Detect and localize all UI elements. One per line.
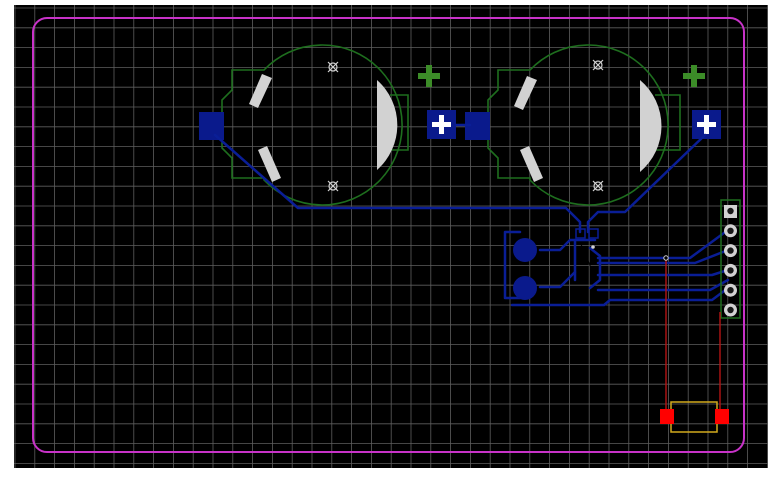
header-pin[interactable] xyxy=(724,283,737,297)
header-pin[interactable] xyxy=(724,244,737,258)
mount-hole-icon xyxy=(592,59,604,71)
smd-pad-left[interactable] xyxy=(660,409,674,424)
battery-negative-pad-left[interactable] xyxy=(199,112,224,140)
pcb-layout-canvas[interactable] xyxy=(0,0,772,482)
via[interactable] xyxy=(663,255,669,261)
header-pin[interactable] xyxy=(724,303,737,317)
mount-hole-icon xyxy=(592,180,604,192)
round-pad-bottom[interactable] xyxy=(513,276,537,300)
smd-pad-right[interactable] xyxy=(715,409,729,424)
header-pin[interactable] xyxy=(724,263,737,277)
header-pin[interactable] xyxy=(724,224,737,238)
mount-hole-icon xyxy=(327,180,339,192)
mount-hole-icon xyxy=(327,61,339,73)
header-pin[interactable] xyxy=(724,205,737,218)
round-pad-top[interactable] xyxy=(513,238,537,262)
